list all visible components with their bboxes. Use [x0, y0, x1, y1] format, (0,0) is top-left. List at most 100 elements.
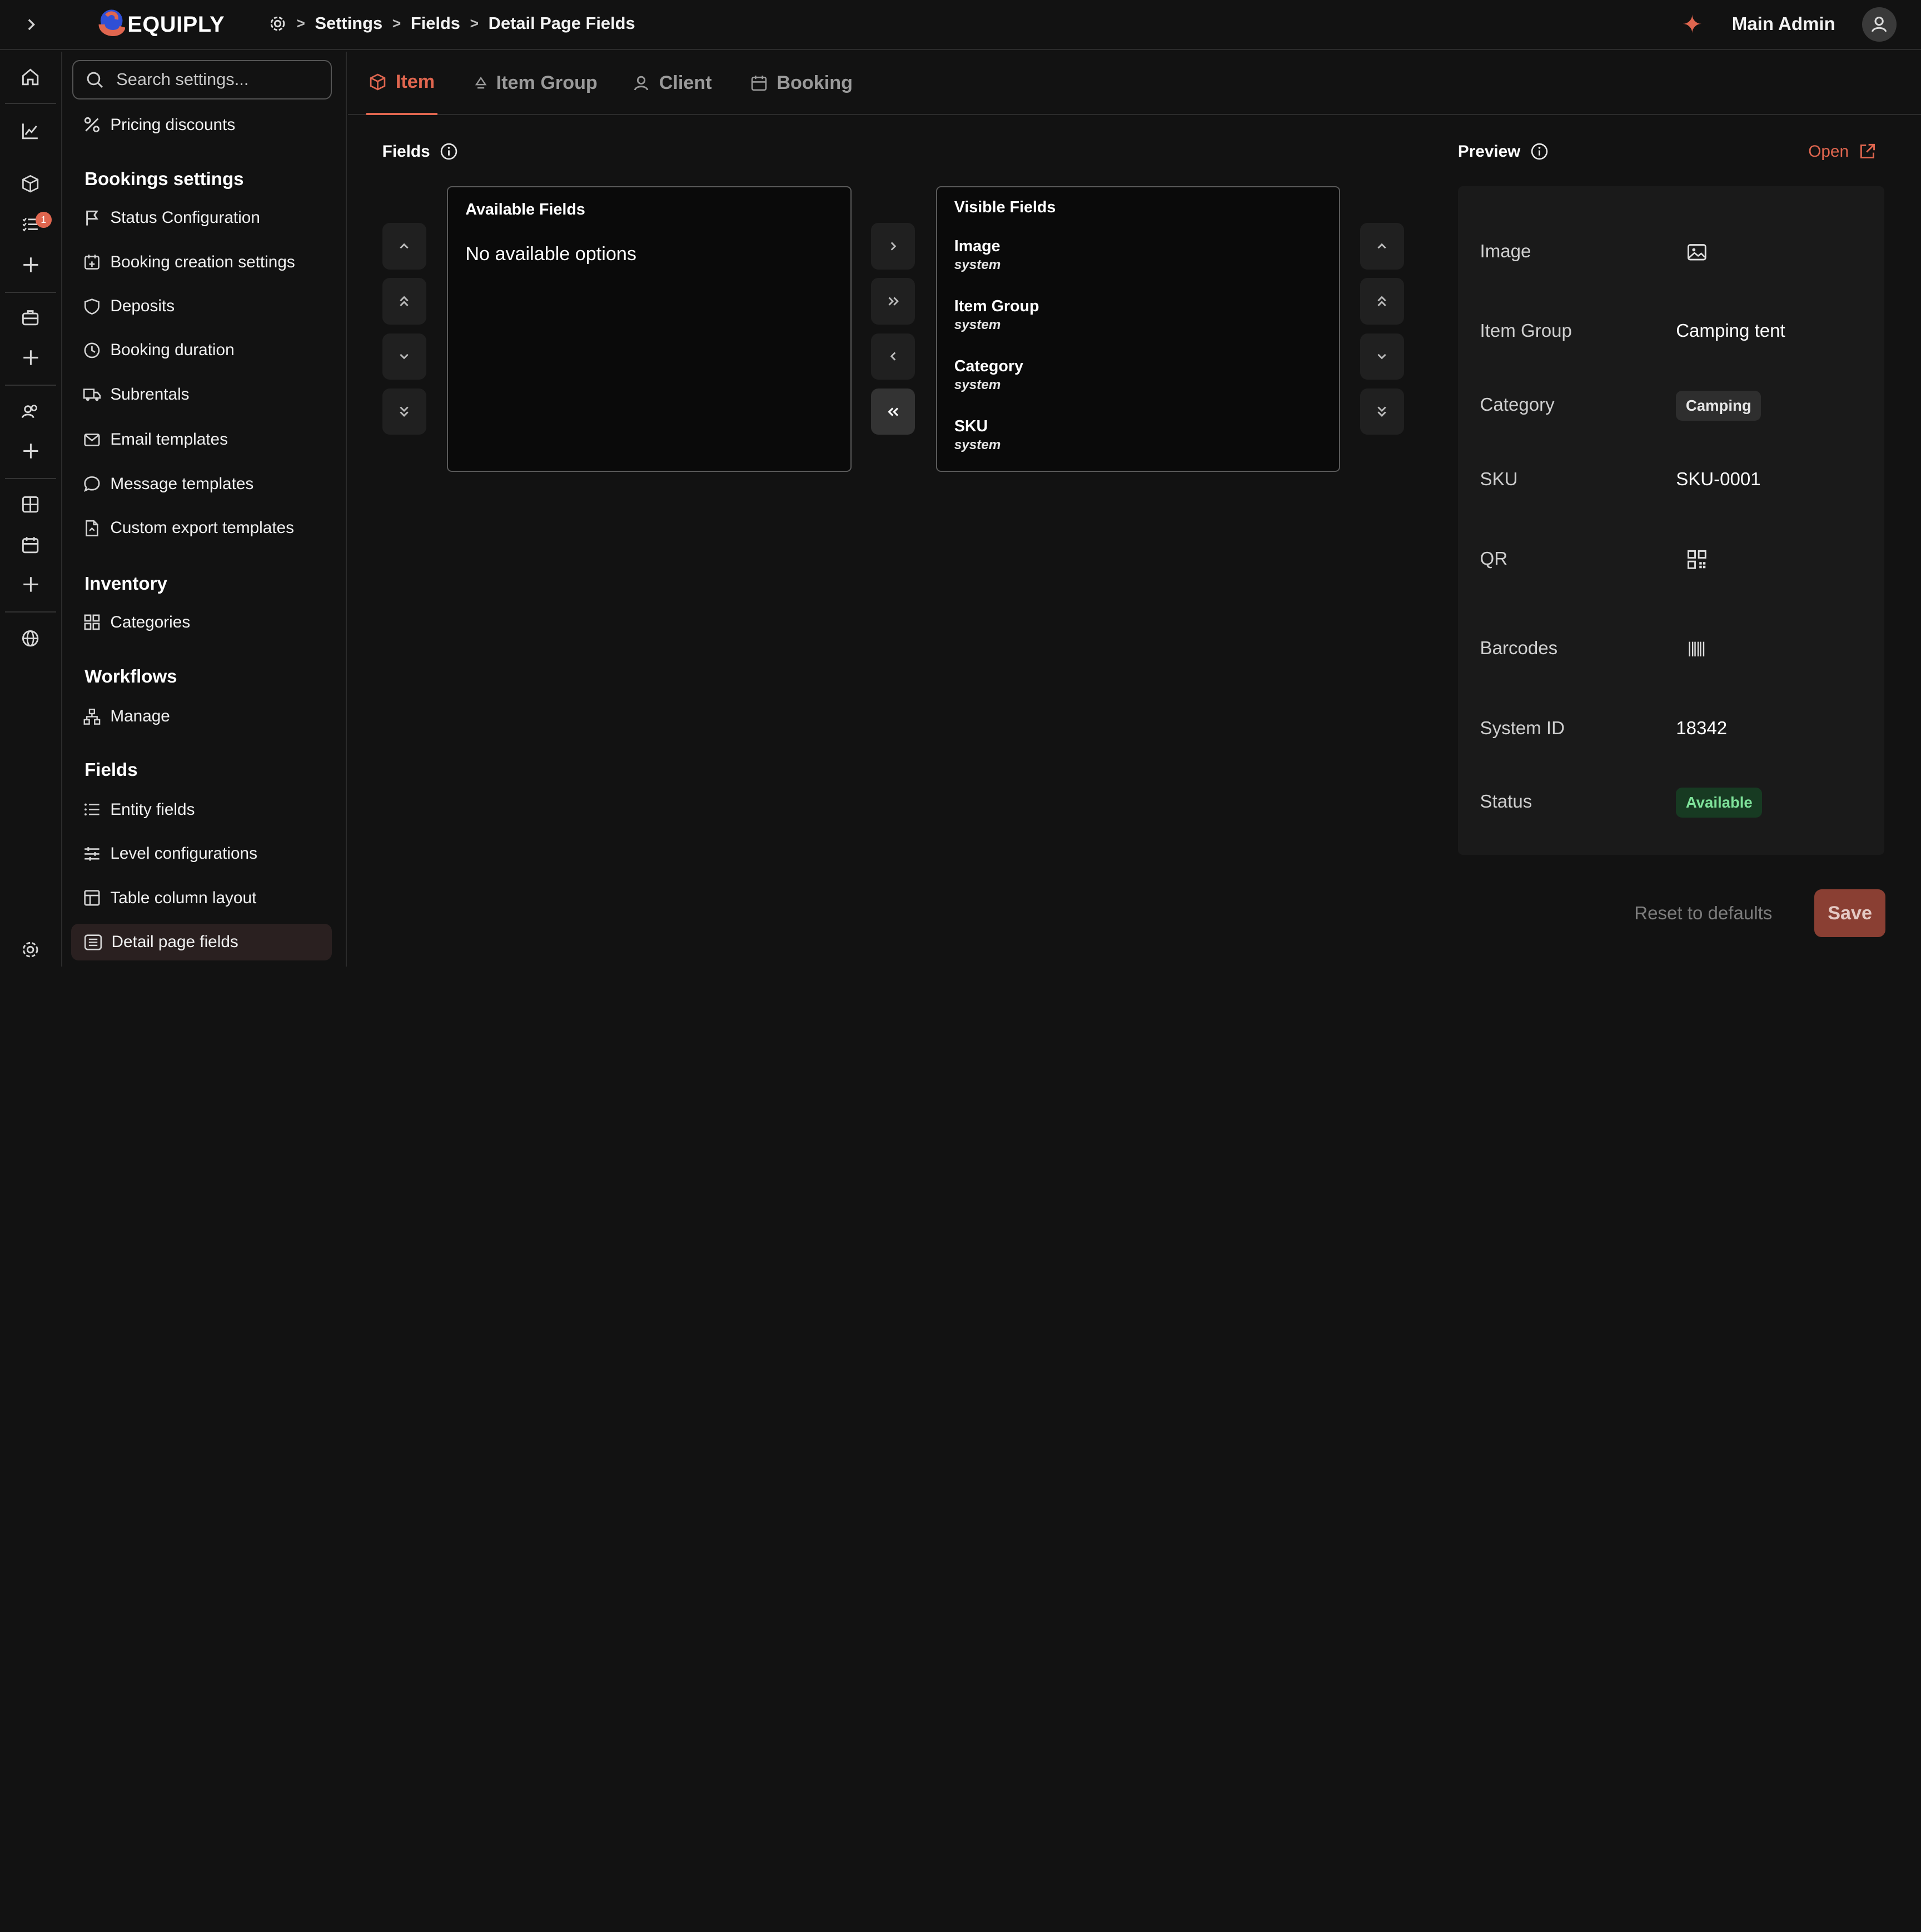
workflow-icon [82, 707, 102, 726]
settings-search[interactable] [72, 59, 332, 99]
user-name[interactable]: Main Admin [1732, 14, 1835, 35]
breadcrumb-settings[interactable]: Settings [315, 13, 382, 33]
sidebar-item-email-templates[interactable]: Email templates [82, 421, 332, 458]
app-window: EQUIPLY > Settings > Fields > Detail Pag… [0, 0, 1921, 967]
breadcrumb-separator: > [296, 14, 305, 32]
grid-icon[interactable] [17, 491, 44, 518]
preview-label: Preview [1457, 142, 1521, 161]
sidebar-item-manage[interactable]: Manage [82, 698, 332, 735]
visible-move-top-button[interactable] [1360, 278, 1404, 325]
search-input[interactable] [116, 69, 312, 90]
remove-selected-button[interactable] [871, 333, 915, 380]
visible-move-bottom-button[interactable] [1360, 388, 1404, 435]
preview-label-system-id: System ID [1480, 718, 1565, 739]
plus-icon[interactable] [17, 344, 44, 371]
sidebar-item-detail-page-fields[interactable]: Detail page fields [71, 923, 332, 960]
preview-value-system-id: 18342 [1676, 718, 1728, 739]
list-item[interactable]: Item Group system [954, 297, 1039, 332]
visible-fields-list[interactable]: Visible Fields Image system Item Group s… [935, 186, 1341, 472]
plus-icon[interactable] [17, 251, 44, 278]
sidebar-item-label: Status Configuration [110, 208, 260, 227]
home-icon[interactable] [17, 64, 44, 91]
sidebar-item-status-configuration[interactable]: Status Configuration [82, 200, 332, 236]
visible-fields-title: Visible Fields [954, 198, 1056, 216]
list-item[interactable]: Category system [954, 357, 1023, 392]
field-type: system [954, 257, 1001, 272]
breadcrumb-separator: > [392, 14, 401, 32]
globe-icon[interactable] [17, 625, 44, 651]
user-icon [634, 76, 649, 91]
sidebar-item-custom-export-templates[interactable]: Custom export templates [82, 510, 332, 546]
analytics-icon[interactable] [17, 118, 44, 145]
list-item[interactable]: Image system [954, 237, 1001, 272]
add-all-button[interactable] [871, 278, 915, 325]
expand-sidebar-button[interactable] [0, 0, 62, 49]
sidebar-item-level-configurations[interactable]: Level configurations [82, 835, 332, 872]
external-link-icon [1860, 144, 1875, 159]
grid-icon [82, 613, 102, 632]
list-item[interactable]: SKU system [954, 417, 1001, 452]
sidebar-item-label: Categories [110, 613, 191, 631]
tab-booking[interactable]: Booking [750, 52, 853, 116]
box-icon[interactable] [17, 170, 44, 197]
settings-gear-icon[interactable] [17, 936, 44, 963]
preview-heading: Preview [1458, 142, 1549, 161]
sparkle-icon[interactable]: ✦ [1682, 11, 1703, 39]
move-up-button[interactable] [382, 223, 426, 270]
visible-move-up-button[interactable] [1360, 223, 1404, 270]
users-icon[interactable] [17, 398, 44, 425]
barcode-icon [1689, 641, 1704, 657]
chevron-down-icon [400, 354, 409, 360]
group-icon [475, 76, 487, 89]
move-down-button[interactable] [382, 333, 426, 380]
add-selected-button[interactable] [871, 223, 915, 270]
save-button[interactable]: Save [1814, 889, 1886, 938]
rail-divider [4, 103, 57, 104]
sidebar-item-booking-creation-settings[interactable]: Booking creation settings [82, 244, 332, 281]
chevron-left-icon [890, 352, 896, 361]
detail-list-icon [83, 932, 103, 952]
reset-to-defaults-button[interactable]: Reset to defaults [1634, 889, 1772, 938]
sidebar-item-message-templates[interactable]: Message templates [82, 466, 332, 502]
sidebar-item-entity-fields[interactable]: Entity fields [82, 791, 332, 828]
sidebar-item-categories[interactable]: Categories [82, 604, 332, 641]
sidebar-item-label: Custom export templates [110, 518, 295, 537]
open-preview-link[interactable]: Open [1808, 142, 1875, 161]
briefcase-icon[interactable] [17, 304, 44, 331]
sidebar-item-booking-duration[interactable]: Booking duration [82, 332, 332, 369]
category-badge: Camping [1676, 391, 1761, 421]
info-icon[interactable] [1530, 142, 1549, 161]
sidebar-item-table-column-layout[interactable]: Table column layout [82, 880, 332, 917]
tab-item[interactable]: Item [366, 52, 437, 116]
field-type: system [954, 317, 1001, 332]
plus-icon[interactable] [17, 571, 44, 597]
plus-icon[interactable] [17, 437, 44, 464]
breadcrumb-fields[interactable]: Fields [411, 13, 460, 33]
sidebar-item-label: Booking creation settings [110, 252, 295, 271]
visible-move-down-button[interactable] [1360, 333, 1404, 380]
avatar[interactable] [1862, 7, 1897, 42]
sidebar-item-pricing-discounts[interactable]: Pricing discounts [82, 107, 332, 143]
tab-client[interactable]: Client [632, 52, 712, 116]
move-bottom-button[interactable] [382, 388, 426, 435]
clock-icon [82, 341, 102, 360]
sidebar-item-deposits[interactable]: Deposits [82, 288, 332, 325]
remove-all-button[interactable] [871, 388, 915, 435]
move-top-button[interactable] [382, 278, 426, 325]
section-inventory: Inventory [84, 573, 167, 594]
sidebar-item-label: Table column layout [110, 888, 257, 907]
shield-icon [82, 296, 102, 316]
box-icon [370, 73, 386, 91]
info-icon[interactable] [440, 142, 458, 161]
chevrons-down-icon [1377, 406, 1386, 417]
preview-value-sku: SKU-0001 [1676, 469, 1761, 490]
available-fields-list[interactable]: Available Fields No available options [447, 186, 852, 472]
calendar-icon [751, 76, 767, 91]
tab-item-group[interactable]: Item Group [474, 52, 598, 116]
breadcrumb-detail-page-fields: Detail Page Fields [488, 13, 635, 33]
gear-icon[interactable] [268, 14, 287, 33]
calendar-icon[interactable] [17, 532, 44, 559]
sidebar-item-subrentals[interactable]: Subrentals [82, 376, 332, 413]
table-icon [82, 888, 102, 908]
brand-logo[interactable]: EQUIPLY [96, 7, 225, 42]
